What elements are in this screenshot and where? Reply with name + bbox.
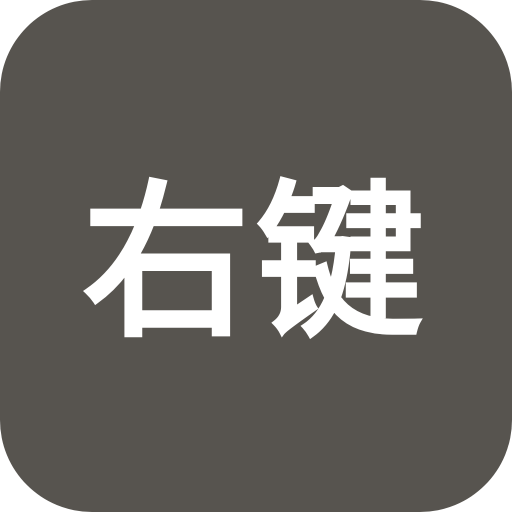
app-icon-label: 右键 (82, 165, 430, 361)
app-icon-tile[interactable]: 右键 (0, 0, 512, 512)
